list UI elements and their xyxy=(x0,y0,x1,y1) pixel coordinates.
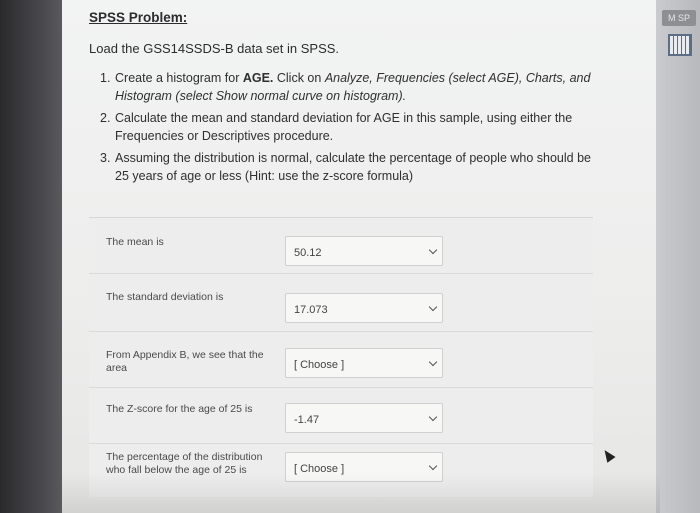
question-label: The mean is xyxy=(106,236,164,248)
question-label: The Z-score for the age of 25 is xyxy=(106,403,253,415)
instruction-step: 2. Calculate the mean and standard devia… xyxy=(100,109,600,145)
dropdown-value: 17.073 xyxy=(294,304,328,316)
taskbar-right: M SP xyxy=(656,0,700,513)
step-number: 2. xyxy=(100,111,111,125)
question-row-zscore: The Z-score for the age of 25 is -1.47 xyxy=(89,388,593,444)
chevron-down-icon xyxy=(428,461,438,471)
instruction-step: 1. Create a histogram for AGE. Click on … xyxy=(100,69,600,105)
question-label: The percentage of the distribution who f… xyxy=(106,451,263,476)
mean-dropdown[interactable]: 50.12 xyxy=(285,236,443,266)
chevron-down-icon xyxy=(428,412,438,422)
chevron-down-icon xyxy=(428,245,438,255)
instruction-list: 1. Create a histogram for AGE. Click on … xyxy=(100,69,600,189)
taskbar-app-label[interactable]: M SP xyxy=(662,10,696,26)
intro-text: Load the GSS14SSDS-B data set in SPSS. xyxy=(89,41,340,56)
step-text: Create a histogram for AGE. Click on Ana… xyxy=(115,71,591,103)
question-label: The standard deviation is xyxy=(106,291,224,303)
chevron-down-icon xyxy=(428,357,438,367)
area-dropdown[interactable]: [ Choose ] xyxy=(285,348,443,378)
zscore-dropdown[interactable]: -1.47 xyxy=(285,403,443,433)
question-row-mean: The mean is 50.12 xyxy=(89,218,593,274)
dropdown-value: -1.47 xyxy=(294,414,320,426)
dropdown-value: 50.12 xyxy=(294,247,322,259)
monitor-bezel-left xyxy=(0,0,62,513)
step-text: Assuming the distribution is normal, cal… xyxy=(115,151,591,183)
question-label: From Appendix B, we see that the area xyxy=(106,349,264,374)
step-number: 1. xyxy=(100,71,111,85)
page-title: SPSS Problem: xyxy=(89,10,188,25)
spreadsheet-icon[interactable] xyxy=(668,34,692,56)
dropdown-value: [ Choose ] xyxy=(294,463,345,475)
question-row-sd: The standard deviation is 17.073 xyxy=(89,274,593,332)
step-number: 3. xyxy=(100,151,111,165)
instruction-step: 3. Assuming the distribution is normal, … xyxy=(100,149,600,185)
question-row-percentage: The percentage of the distribution who f… xyxy=(89,444,593,498)
percentage-dropdown[interactable]: [ Choose ] xyxy=(285,452,443,482)
sd-dropdown[interactable]: 17.073 xyxy=(285,293,443,323)
chevron-down-icon xyxy=(428,302,438,312)
dropdown-value: [ Choose ] xyxy=(294,359,345,371)
question-row-area: From Appendix B, we see that the area [ … xyxy=(89,332,593,388)
answer-panel: The mean is 50.12 The standard deviation… xyxy=(89,217,593,497)
step-text: Calculate the mean and standard deviatio… xyxy=(115,111,573,143)
